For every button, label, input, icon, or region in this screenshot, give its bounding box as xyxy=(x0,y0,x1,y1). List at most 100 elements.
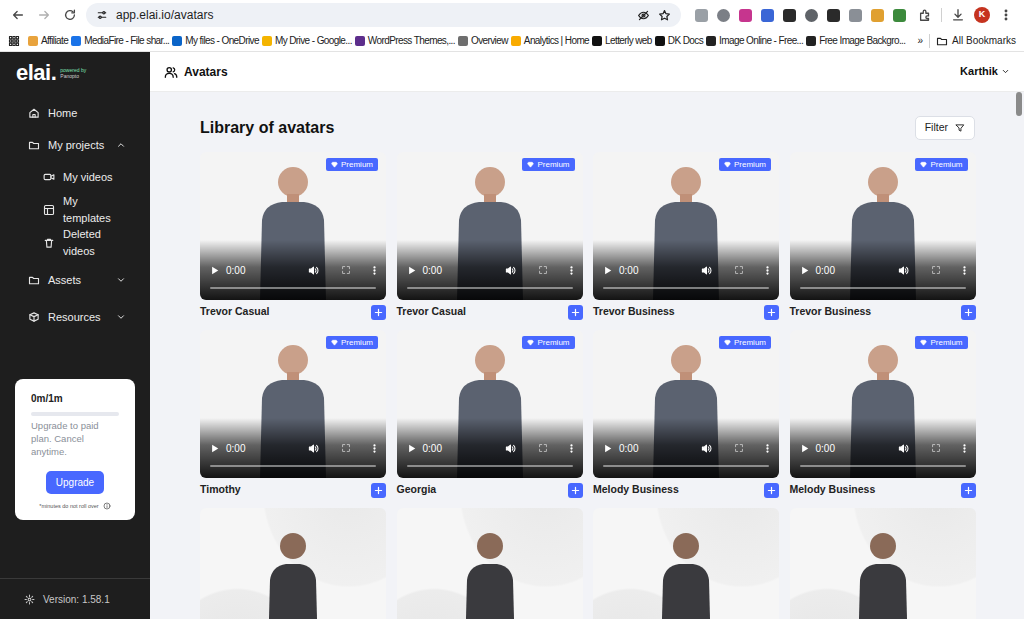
sidebar-label[interactable]: My templates xyxy=(63,193,126,226)
bookmark-label[interactable]: WordPress Themes,... xyxy=(368,33,455,48)
all-bookmarks-label[interactable]: All Bookmarks xyxy=(952,33,1016,48)
fullscreen-icon[interactable] xyxy=(931,443,941,453)
logo[interactable]: elai.powered byPanopto xyxy=(0,52,150,97)
chevron-up-icon[interactable] xyxy=(116,140,126,150)
extension-icon[interactable] xyxy=(871,9,884,22)
add-avatar-button[interactable] xyxy=(568,483,583,498)
bookmark-item[interactable]: Analytics | Home xyxy=(511,33,589,48)
avatar-preview[interactable]: Premium0:00 xyxy=(200,330,386,478)
filter-label[interactable]: Filter xyxy=(925,120,948,136)
fullscreen-icon[interactable] xyxy=(341,265,351,275)
user-menu[interactable]: Karthik xyxy=(960,63,1010,80)
volume-icon[interactable] xyxy=(701,265,712,276)
avatar-preview[interactable]: Premium0:00 xyxy=(790,330,976,478)
sidebar-label[interactable]: Home xyxy=(48,105,126,122)
info-icon[interactable] xyxy=(103,502,111,510)
avatar-card[interactable]: Premium0:00Timothy xyxy=(200,330,386,502)
avatar-card[interactable]: Premium0:00Trevor Casual xyxy=(200,152,386,324)
fullscreen-icon[interactable] xyxy=(341,443,351,453)
avatar-card[interactable] xyxy=(593,508,779,619)
reload-icon[interactable] xyxy=(60,5,80,25)
menu-kebab-icon[interactable] xyxy=(996,5,1016,25)
video-progress[interactable] xyxy=(407,287,573,289)
sidebar-item[interactable]: Assets xyxy=(0,264,150,296)
address-bar[interactable]: app.elai.io/avatars xyxy=(86,3,681,27)
sidebar-label[interactable]: Assets xyxy=(48,272,108,289)
avatar-preview[interactable] xyxy=(593,508,779,619)
bookmark-label[interactable]: My Drive - Google... xyxy=(275,33,352,48)
avatar-preview[interactable]: Premium0:00 xyxy=(593,152,779,300)
fullscreen-icon[interactable] xyxy=(538,443,548,453)
add-avatar-button[interactable] xyxy=(568,305,583,320)
sidebar-item[interactable]: Home xyxy=(0,97,150,129)
fullscreen-icon[interactable] xyxy=(734,265,744,275)
play-icon[interactable] xyxy=(602,265,613,276)
puzzle-icon[interactable] xyxy=(915,5,935,25)
avatar-preview[interactable]: Premium0:00 xyxy=(397,330,583,478)
sidebar-item[interactable]: My projects xyxy=(0,129,150,161)
volume-icon[interactable] xyxy=(308,443,319,454)
extension-icon[interactable] xyxy=(695,9,708,22)
more-bookmarks[interactable]: » xyxy=(918,33,924,48)
more-kebab-icon[interactable] xyxy=(369,265,380,276)
video-progress[interactable] xyxy=(603,465,769,467)
volume-icon[interactable] xyxy=(505,443,516,454)
extension-icon[interactable] xyxy=(827,9,840,22)
bookmark-label[interactable]: My files - OneDrive xyxy=(185,33,259,48)
avatar-preview[interactable]: Premium0:00 xyxy=(397,152,583,300)
add-avatar-button[interactable] xyxy=(764,483,779,498)
bookmark-label[interactable]: Letterly web xyxy=(605,33,652,48)
avatar-card[interactable] xyxy=(790,508,976,619)
avatar-card[interactable]: Premium0:00Georgia xyxy=(397,330,583,502)
extension-icon[interactable] xyxy=(739,9,752,22)
add-avatar-button[interactable] xyxy=(371,483,386,498)
extension-icon[interactable] xyxy=(805,9,818,22)
avatar-preview[interactable] xyxy=(790,508,976,619)
filter-button[interactable]: Filter xyxy=(915,116,975,140)
extension-icon[interactable] xyxy=(783,9,796,22)
video-progress[interactable] xyxy=(800,465,966,467)
chevron-down-icon[interactable] xyxy=(1001,67,1010,76)
more-kebab-icon[interactable] xyxy=(762,265,773,276)
bookmark-item[interactable]: Free Image Backgro... xyxy=(806,33,905,48)
video-progress[interactable] xyxy=(603,287,769,289)
extension-icon[interactable] xyxy=(717,9,730,22)
avatar-card[interactable]: Premium0:00Trevor Business xyxy=(593,152,779,324)
play-icon[interactable] xyxy=(602,443,613,454)
forward-arrow-icon[interactable] xyxy=(34,5,54,25)
chevron-down-icon[interactable] xyxy=(116,275,126,285)
logo-text[interactable]: elai. xyxy=(16,62,56,84)
site-settings-icon[interactable] xyxy=(96,9,108,21)
all-bookmarks[interactable]: All Bookmarks xyxy=(936,33,1016,48)
upgrade-button[interactable]: Upgrade xyxy=(46,471,104,494)
sidebar-item[interactable]: Deleted videos xyxy=(0,226,150,259)
avatar-card[interactable]: Premium0:00Melody Business xyxy=(790,330,976,502)
video-progress[interactable] xyxy=(407,465,573,467)
user-name[interactable]: Karthik xyxy=(960,63,998,80)
video-progress[interactable] xyxy=(210,465,376,467)
extension-icon[interactable] xyxy=(761,9,774,22)
bookmark-item[interactable]: Image Online - Free... xyxy=(706,33,803,48)
bookmark-item[interactable]: Affiliate xyxy=(28,33,68,48)
bookmark-label[interactable]: Free Image Backgro... xyxy=(819,33,905,48)
add-avatar-button[interactable] xyxy=(961,483,976,498)
avatar-preview[interactable]: Premium0:00 xyxy=(593,330,779,478)
sidebar-item[interactable]: My templates xyxy=(0,193,150,226)
more-kebab-icon[interactable] xyxy=(566,265,577,276)
bookmark-item[interactable]: My files - OneDrive xyxy=(172,33,259,48)
bookmark-label[interactable]: DK Docs xyxy=(668,33,703,48)
eye-off-icon[interactable] xyxy=(637,9,650,22)
more-kebab-icon[interactable] xyxy=(566,443,577,454)
avatar-card[interactable]: Premium0:00Melody Business xyxy=(593,330,779,502)
play-icon[interactable] xyxy=(209,443,220,454)
volume-icon[interactable] xyxy=(898,443,909,454)
url-text[interactable]: app.elai.io/avatars xyxy=(116,6,213,24)
sidebar-label[interactable]: My videos xyxy=(63,169,126,186)
bookmark-label[interactable]: Affiliate xyxy=(41,33,68,48)
bookmark-label[interactable]: Overview xyxy=(471,33,508,48)
add-avatar-button[interactable] xyxy=(371,305,386,320)
fullscreen-icon[interactable] xyxy=(538,265,548,275)
sidebar-item[interactable]: Resources xyxy=(0,301,150,333)
bookmark-label[interactable]: Analytics | Home xyxy=(524,33,589,48)
bookmark-item[interactable]: Letterly web xyxy=(592,33,652,48)
